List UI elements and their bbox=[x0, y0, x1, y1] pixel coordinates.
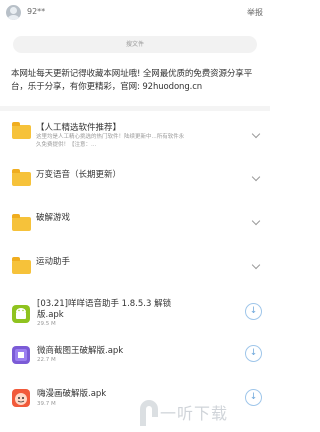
file-size: 39.7 M bbox=[37, 401, 56, 407]
username: 92** bbox=[27, 7, 46, 16]
folder-icon bbox=[12, 214, 31, 231]
file-name-continued: 版.apk bbox=[37, 310, 64, 320]
section-divider bbox=[0, 106, 270, 111]
download-button[interactable]: ↓ bbox=[245, 303, 262, 320]
chevron-down-icon[interactable] bbox=[251, 260, 261, 270]
file-row[interactable]: [03.21]咩咩语音助手 1.8.5.3 解锁 版.apk 29.5 M ↓ bbox=[0, 292, 270, 336]
folder-row[interactable]: 运动助手 bbox=[0, 248, 270, 292]
file-name: 嗨漫画破解版.apk bbox=[37, 389, 107, 399]
chevron-down-icon[interactable] bbox=[251, 129, 261, 139]
notice-text: 本网址每天更新记得收藏本网址哦! 全网最优质的免费资源分享平台，乐于分享，有你更… bbox=[11, 69, 253, 92]
file-size: 29.5 M bbox=[37, 321, 56, 327]
folder-row[interactable]: 破解游戏 bbox=[0, 204, 270, 248]
file-name: 微商截图王破解版.apk bbox=[37, 346, 124, 356]
file-size: 22.7 M bbox=[37, 357, 56, 363]
folder-icon bbox=[12, 169, 31, 186]
report-button[interactable]: 举报 bbox=[247, 7, 263, 18]
folder-title: 破解游戏 bbox=[36, 213, 71, 223]
folder-description: 这里均是人工精心挑选的热门软件！陆续更新中...所有软件永久免费提供！【注意：.… bbox=[36, 134, 185, 148]
folder-title: 【人工精选软件推荐】 bbox=[36, 123, 122, 133]
file-row[interactable]: 微商截图王破解版.apk 22.7 M ↓ bbox=[0, 338, 270, 382]
folder-icon bbox=[12, 122, 31, 139]
folder-row[interactable]: 万变语音（长期更新） bbox=[0, 160, 270, 204]
chevron-down-icon[interactable] bbox=[251, 216, 261, 226]
download-button[interactable]: ↓ bbox=[245, 345, 262, 362]
folder-title: 运动助手 bbox=[36, 257, 71, 267]
comic-app-icon bbox=[12, 389, 30, 407]
folder-title: 万变语音（长期更新） bbox=[36, 170, 122, 180]
top-bar: 92** 举报 bbox=[0, 0, 270, 26]
android-icon bbox=[12, 305, 30, 323]
screenshot-app-icon bbox=[12, 346, 30, 364]
avatar[interactable] bbox=[6, 5, 21, 20]
folder-icon bbox=[12, 257, 31, 274]
watermark-text: 一听下载 bbox=[160, 404, 229, 423]
chevron-down-icon[interactable] bbox=[251, 172, 261, 182]
search-input[interactable]: 搜文件 bbox=[13, 36, 257, 53]
folder-row[interactable]: 【人工精选软件推荐】 这里均是人工精心挑选的热门软件！陆续更新中...所有软件永… bbox=[0, 115, 270, 159]
watermark-logo-icon bbox=[138, 398, 160, 428]
